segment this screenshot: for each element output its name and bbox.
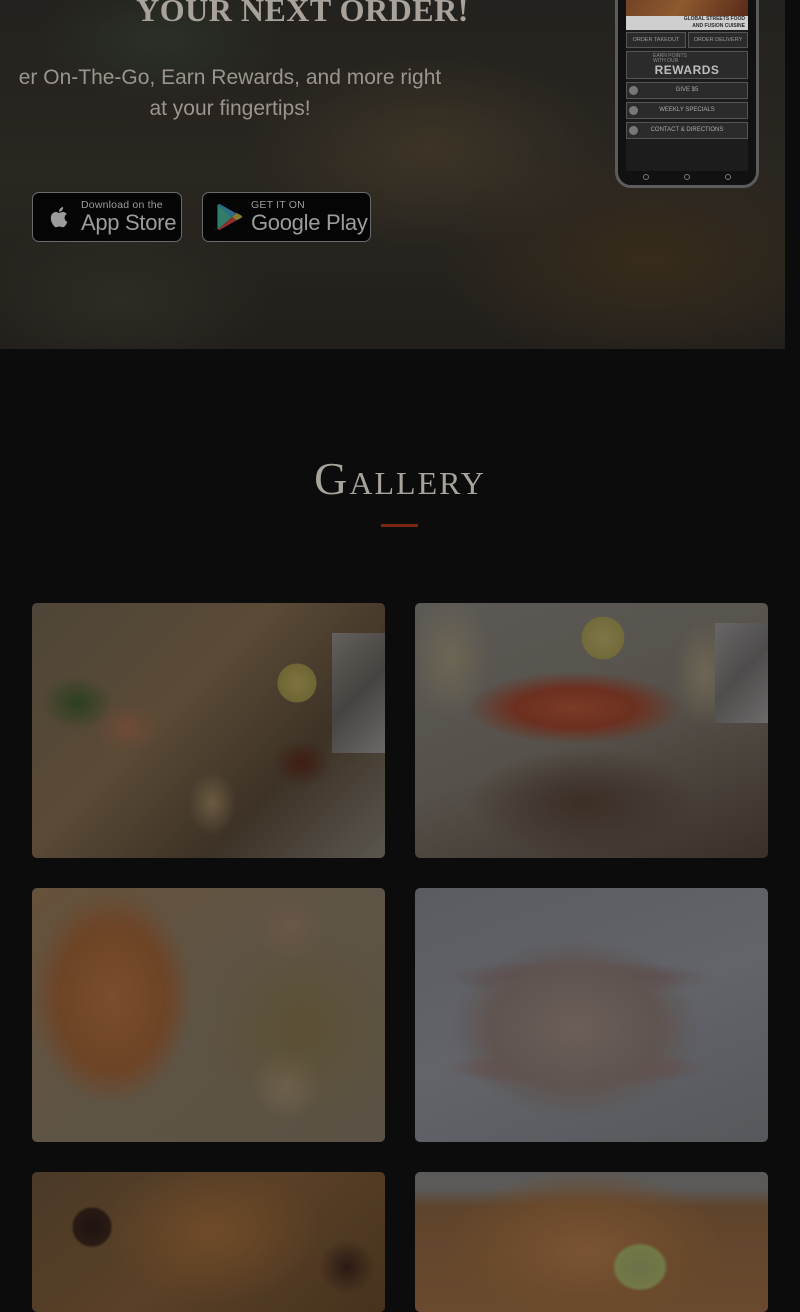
google-play-button[interactable]: GET IT ON Google Play [202, 192, 371, 242]
apple-icon [50, 207, 68, 228]
phone-order-delivery: ORDER DELIVERY [688, 32, 748, 48]
phone-specials-row: WEEKLY SPECIALS [626, 102, 748, 119]
phone-give-label: GIVE $5 [675, 87, 699, 93]
google-play-small-label: GET IT ON [251, 198, 305, 211]
calendar-icon [629, 106, 638, 115]
gallery-image-sub-sandwich[interactable] [415, 888, 768, 1142]
google-play-text: GET IT ON Google Play [251, 200, 368, 235]
app-store-button[interactable]: Download on the App Store [32, 192, 182, 242]
phone-brand-line2: AND FUSION CUISINE [692, 23, 745, 29]
app-promo-subtitle-line1: er On-The-Go, Earn Rewards, and more rig… [18, 66, 442, 89]
phone-mockup: GLOBAL STREETS FOOD AND FUSION CUISINE O… [615, 0, 759, 188]
dollar-icon [629, 86, 638, 95]
map-pin-icon [629, 126, 638, 135]
gallery-image-lobster-platter[interactable] [415, 603, 768, 858]
phone-nav-home-icon [683, 174, 690, 180]
gallery-title: Gallery [314, 453, 486, 504]
app-promo-title: YOUR NEXT ORDER! [136, 0, 469, 28]
gallery-image-fried-shrimp[interactable] [415, 1172, 768, 1312]
google-play-icon [217, 204, 243, 230]
foil-wrap [332, 633, 385, 753]
gallery-image-seafood-boil[interactable] [32, 603, 385, 858]
gallery-title-divider [381, 524, 418, 527]
phone-nav-bar [626, 173, 748, 181]
phone-contact-row: CONTACT & DIRECTIONS [626, 122, 748, 139]
phone-nav-recent-icon [724, 174, 731, 180]
app-store-small-label: Download on the [81, 198, 163, 211]
phone-brand-line1: GLOBAL STREETS FOOD [683, 16, 745, 22]
gallery-image-wings-and-shrimp[interactable] [32, 888, 385, 1142]
app-promo-subtitle: er On-The-Go, Earn Rewards, and more rig… [0, 62, 500, 124]
phone-order-takeout: ORDER TAKEOUT [626, 32, 686, 48]
phone-order-row: ORDER TAKEOUT ORDER DELIVERY [626, 32, 748, 48]
gallery-image-fried-tenders[interactable] [32, 1172, 385, 1312]
phone-contact-label: CONTACT & DIRECTIONS [650, 127, 724, 133]
google-play-label: Google Play [251, 210, 368, 236]
app-store-text: Download on the App Store [81, 200, 176, 235]
app-promo-subtitle-line2: at your fingertips! [149, 97, 311, 120]
phone-rewards-banner: EARN POINTS WITH OUR REWARDS [626, 51, 748, 79]
phone-rewards-label: REWARDS [654, 63, 720, 77]
app-promo-section: YOUR NEXT ORDER! er On-The-Go, Earn Rewa… [0, 0, 785, 349]
phone-screen: GLOBAL STREETS FOOD AND FUSION CUISINE O… [626, 0, 748, 180]
phone-specials-label: WEEKLY SPECIALS [659, 107, 715, 113]
phone-brand-text: GLOBAL STREETS FOOD AND FUSION CUISINE [626, 16, 748, 30]
phone-nav-back-icon [643, 174, 650, 180]
app-store-label: App Store [81, 210, 177, 236]
phone-give-row: GIVE $5 [626, 82, 748, 99]
foil-wrap [715, 623, 768, 723]
phone-food-image [626, 0, 748, 16]
